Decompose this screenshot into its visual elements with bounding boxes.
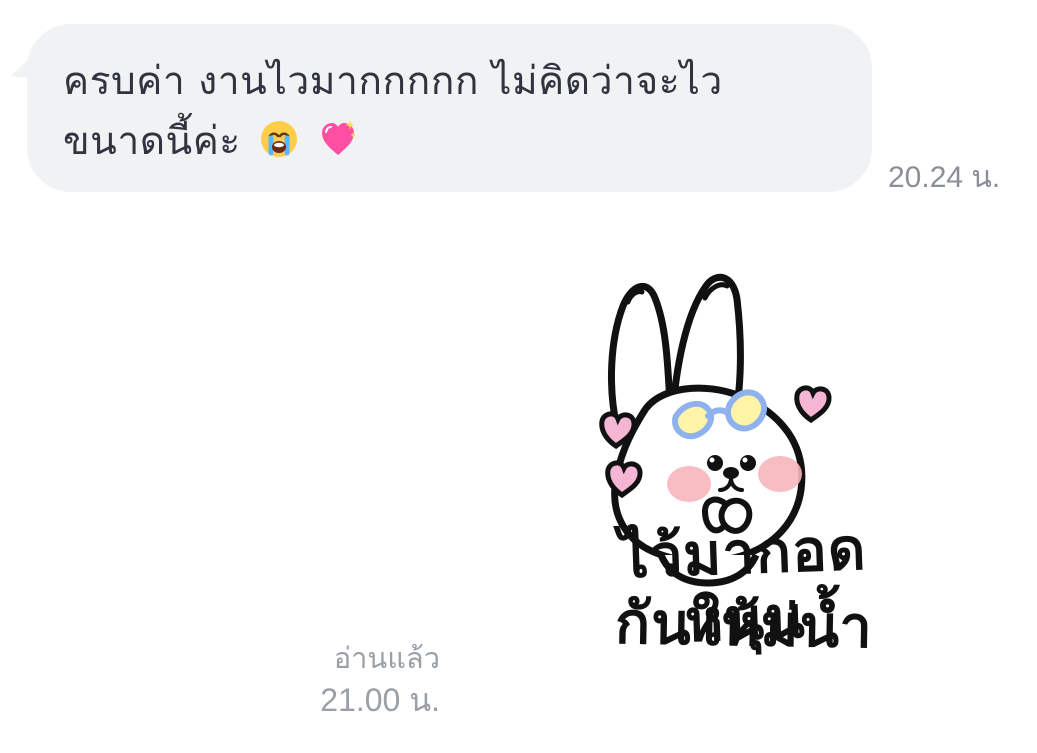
incoming-message-row: ครบค่า งานไวมากกกกก ไม่คิดว่าจะไว ขนาดนี…	[0, 0, 1037, 210]
incoming-message-time: 20.24 น.	[888, 161, 1001, 194]
incoming-message-bubble[interactable]: ครบค่า งานไวมากกกกก ไม่คิดว่าจะไว ขนาดนี…	[27, 24, 872, 192]
read-status: อ่านแล้ว	[333, 643, 440, 675]
outgoing-message-meta: อ่านแล้ว 21.00 น.	[300, 640, 440, 722]
sparkling-heart-icon	[317, 118, 359, 160]
incoming-message-body: ครบค่า งานไวมากกกกก ไม่คิดว่าจะไว ขนาดนี…	[63, 59, 723, 164]
sticker-text-line-2: กันให้ม่น้ำ	[614, 588, 874, 662]
outgoing-message-time: 21.00 น.	[320, 682, 440, 718]
bunny-sticker[interactable]: ไว้มากอดหนุน กันให้ม่น้ำ	[560, 268, 920, 680]
incoming-message-text: ครบค่า งานไวมากกกกก ไม่คิดว่าจะไว ขนาดนี…	[63, 52, 836, 172]
loudly-crying-face-icon	[258, 118, 300, 160]
